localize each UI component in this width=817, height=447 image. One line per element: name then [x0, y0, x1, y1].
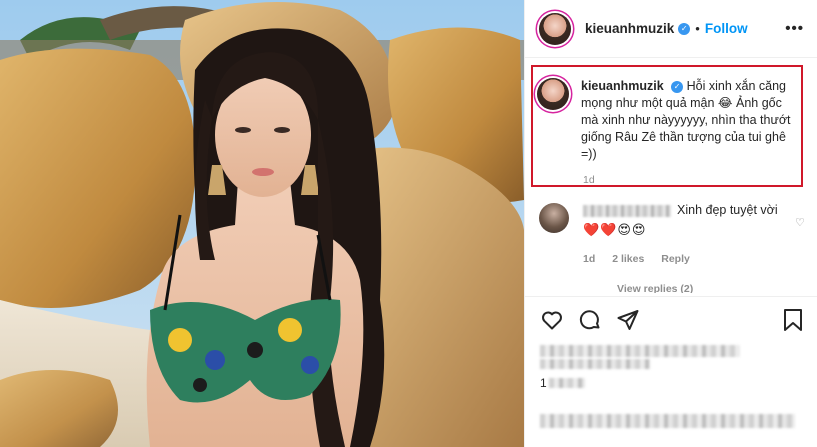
action-bar	[524, 296, 817, 344]
comment-likes-count[interactable]: 2 likes	[612, 253, 644, 265]
comment-meta: 1d 2 likes Reply	[583, 253, 704, 265]
comment-emojis: ❤️❤️😍😍	[583, 222, 647, 237]
liked-by-blurred-2	[540, 359, 650, 369]
caption-timestamp[interactable]: 1d	[583, 174, 595, 186]
post-photo[interactable]	[0, 0, 524, 447]
caption-text-block: kieuanhmuzik ✓ Hỗi xinh xắn căng mọng nh…	[581, 78, 799, 163]
likes-count-blurred	[549, 378, 585, 388]
comment-reply-button[interactable]: Reply	[661, 253, 690, 265]
heart-icon[interactable]	[540, 308, 564, 332]
comment-body: Xinh đẹp tuyệt vời ❤️❤️😍😍	[583, 203, 788, 238]
commenter-avatar[interactable]	[539, 203, 569, 233]
add-comment-blurred[interactable]	[540, 414, 795, 428]
comment-like-heart-icon[interactable]: ♡	[795, 216, 805, 229]
verified-badge-icon: ✓	[671, 80, 684, 93]
follow-button[interactable]: Follow	[705, 21, 748, 36]
commenter-username-blurred[interactable]	[583, 204, 671, 217]
comment-timestamp[interactable]: 1d	[583, 253, 595, 265]
likes-count-prefix: 1	[540, 376, 547, 390]
caption-username[interactable]: kieuanhmuzik	[581, 79, 664, 93]
author-avatar[interactable]	[539, 12, 571, 45]
author-username[interactable]: kieuanhmuzik	[585, 21, 674, 36]
comment-item: Xinh đẹp tuyệt vời ❤️❤️😍😍	[539, 203, 809, 238]
header-separator: •	[695, 21, 700, 36]
comment-icon[interactable]	[578, 308, 602, 332]
post-header: kieuanhmuzik ✓ • Follow •••	[525, 0, 817, 58]
caption: kieuanhmuzik ✓ Hỗi xinh xắn căng mọng nh…	[537, 78, 799, 163]
post-photo-illustration	[0, 0, 524, 447]
bookmark-icon[interactable]	[782, 308, 804, 332]
liked-by-blurred	[540, 345, 740, 357]
caption-avatar[interactable]	[537, 78, 569, 110]
view-replies-link[interactable]: View replies (2)	[617, 283, 693, 293]
share-icon[interactable]	[616, 308, 640, 332]
more-icon[interactable]: •••	[785, 20, 804, 37]
verified-badge-icon: ✓	[678, 22, 691, 35]
comment-text: Xinh đẹp tuyệt vời	[677, 203, 778, 217]
